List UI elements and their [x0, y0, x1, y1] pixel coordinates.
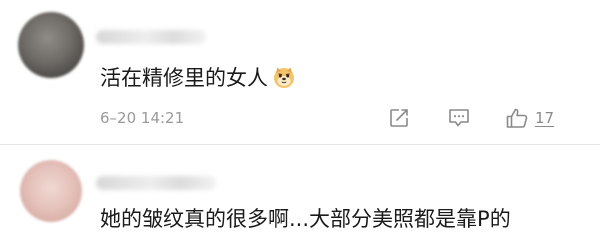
reply-button[interactable] [447, 106, 471, 130]
share-icon [390, 109, 408, 127]
comment-meta: 6–20 14:21 17 [100, 106, 570, 130]
comment-icon [449, 109, 469, 127]
doge-emoji-icon [274, 67, 294, 88]
comment-divider [0, 144, 600, 145]
comment-text: 她的皱纹真的很多啊...大部分美照都是靠P的 [100, 207, 511, 231]
comment-body: 她的皱纹真的很多啊...大部分美照都是靠P的 [100, 205, 511, 233]
thumbs-up-icon [506, 108, 528, 128]
comment-text: 活在精修里的女人 [100, 66, 268, 90]
username-redacted[interactable] [96, 30, 206, 44]
avatar[interactable] [18, 12, 84, 78]
comment-body: 活在精修里的女人 [100, 64, 296, 92]
share-button[interactable] [388, 106, 410, 130]
username-redacted[interactable] [96, 176, 216, 190]
timestamp: 6–20 14:21 [100, 109, 185, 127]
like-count: 17 [535, 109, 555, 127]
avatar[interactable] [20, 160, 82, 222]
like-button[interactable]: 17 [505, 106, 554, 130]
comment-feed: 活在精修里的女人 6–20 14:21 17 她的皱纹真的很多啊...大部分美照… [0, 0, 600, 248]
